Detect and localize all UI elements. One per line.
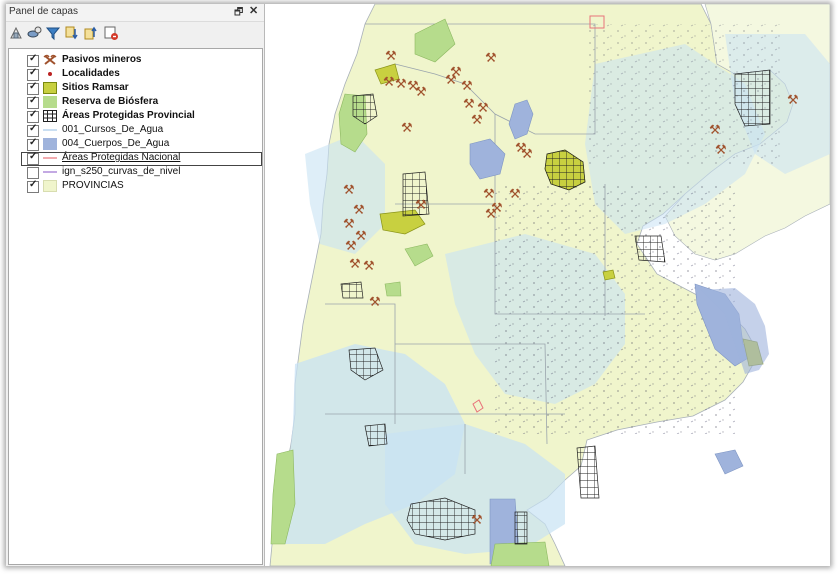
layer-row[interactable]: Áreas Protegidas Provincial	[9, 109, 262, 124]
locality-dot-icon	[48, 72, 52, 76]
mining-pick-icon: ⚒	[415, 85, 427, 100]
mining-pick-icon: ⚒	[383, 75, 395, 90]
mining-pick-icon: ⚒	[463, 97, 475, 112]
layer-label: Áreas Protegidas Provincial	[62, 110, 195, 121]
mining-pick-icon: ⚒	[363, 259, 375, 274]
layer-row-selected[interactable]: Áreas Protegidas Nacional	[21, 151, 262, 166]
mining-pick-icon: ⚒	[787, 93, 799, 108]
layer-checkbox[interactable]	[27, 137, 39, 151]
contour-line-icon	[43, 171, 57, 173]
layers-panel: Panel de capas 🗗 ✕ ✓ Pasivos mineros ✓ L…	[6, 4, 265, 566]
map-canvas[interactable]: ⚒ ⚒ ⚒ ⚒ ⚒ ⚒ ⚒ ⚒ ⚒ ⚒ ⚒ ⚒ ⚒ ⚒ ⚒ ⚒ ⚒ ⚒ ⚒ ⚒ …	[265, 4, 830, 566]
mining-pick-icon: ⚒	[353, 203, 365, 218]
mining-pick-icon: ⚒	[471, 113, 483, 128]
layer-label: 004_Cuerpos_De_Agua	[62, 138, 170, 149]
mining-pick-icon: ⚒	[483, 187, 495, 202]
mining-pick-icon: ⚒	[521, 147, 533, 162]
close-panel-icon[interactable]: ✕	[249, 4, 258, 17]
layer-checkbox[interactable]	[27, 95, 39, 109]
mining-pick-icon: ⚒	[343, 183, 355, 198]
layer-label: Pasivos mineros	[62, 54, 142, 65]
province-swatch-icon	[43, 180, 57, 192]
layer-label: PROVINCIAS	[62, 180, 124, 191]
mining-pick-icon: ⚒	[343, 217, 355, 232]
mining-pick-icon: ⚒	[709, 123, 721, 138]
layer-checkbox[interactable]	[27, 67, 39, 81]
layer-checkbox[interactable]	[27, 179, 39, 193]
layer-row[interactable]: 004_Cuerpos_De_Agua	[9, 137, 262, 152]
layer-checkbox[interactable]	[27, 167, 39, 179]
layer-tree: Pasivos mineros Localidades Sitios Ramsa…	[8, 48, 263, 565]
biosfera-swatch-icon	[43, 96, 57, 108]
layer-row[interactable]: PROVINCIAS	[9, 179, 262, 194]
mining-pick-icon: ⚒	[485, 207, 497, 222]
mining-pick-icon: ⚒	[401, 121, 413, 136]
layer-checkbox[interactable]	[27, 109, 39, 123]
ramsar-swatch-icon	[43, 82, 57, 94]
open-layer-styling-icon[interactable]	[8, 25, 24, 41]
mining-pick-icon	[43, 54, 57, 65]
layer-checkbox[interactable]	[27, 53, 39, 67]
layer-checkbox[interactable]	[27, 151, 39, 165]
layer-label: Reserva de Biósfera	[62, 96, 159, 107]
layer-checkbox[interactable]	[27, 81, 39, 95]
layer-label: Sitios Ramsar	[62, 82, 129, 93]
layer-label: Áreas Protegidas Nacional	[62, 152, 181, 163]
mining-pick-icon: ⚒	[395, 77, 407, 92]
layer-label: ign_s250_curvas_de_nivel	[62, 166, 181, 177]
panel-toolbar	[6, 22, 264, 46]
layer-label: Localidades	[62, 68, 120, 79]
mining-pick-icon: ⚒	[355, 229, 367, 244]
add-group-icon[interactable]	[26, 25, 42, 41]
panel-title: Panel de capas	[9, 6, 78, 17]
mining-pick-icon: ⚒	[445, 73, 457, 88]
mining-pick-icon: ⚒	[715, 143, 727, 158]
mining-pick-icon: ⚒	[461, 79, 473, 94]
layer-checkbox[interactable]	[27, 123, 39, 137]
collapse-all-icon[interactable]	[83, 25, 99, 41]
float-panel-icon[interactable]: 🗗	[234, 5, 243, 22]
filter-legend-icon[interactable]	[45, 25, 61, 41]
layer-row[interactable]: ign_s250_curvas_de_nivel	[9, 166, 262, 180]
mining-pick-icon: ⚒	[385, 49, 397, 64]
layer-row[interactable]: Localidades	[9, 67, 262, 82]
remove-layer-icon[interactable]	[103, 25, 119, 41]
grid-pattern-icon	[43, 110, 57, 122]
layer-label: 001_Cursos_De_Agua	[62, 124, 164, 135]
expand-all-icon[interactable]	[64, 25, 80, 41]
mining-pick-icon: ⚒	[485, 51, 497, 66]
mining-pick-icon: ⚒	[369, 295, 381, 310]
qgis-window: Panel de capas 🗗 ✕ ✓ Pasivos mineros ✓ L…	[6, 4, 830, 566]
panel-title-bar: Panel de capas 🗗 ✕	[6, 4, 264, 22]
mining-pick-icon: ⚒	[509, 187, 521, 202]
mining-pick-icon: ⚒	[471, 513, 483, 528]
mining-pick-icon: ⚒	[345, 239, 357, 254]
water-body-swatch-icon	[43, 138, 57, 150]
mining-pick-icon: ⚒	[415, 198, 427, 213]
layer-row[interactable]: Pasivos mineros	[9, 53, 262, 68]
national-area-line-icon	[43, 157, 57, 159]
mining-pick-icon: ⚒	[349, 257, 361, 272]
layer-row[interactable]: Sitios Ramsar	[9, 81, 262, 96]
layer-row[interactable]: Reserva de Biósfera	[9, 95, 262, 110]
layer-row[interactable]: 001_Cursos_De_Agua	[9, 123, 262, 138]
river-line-icon	[43, 129, 57, 131]
